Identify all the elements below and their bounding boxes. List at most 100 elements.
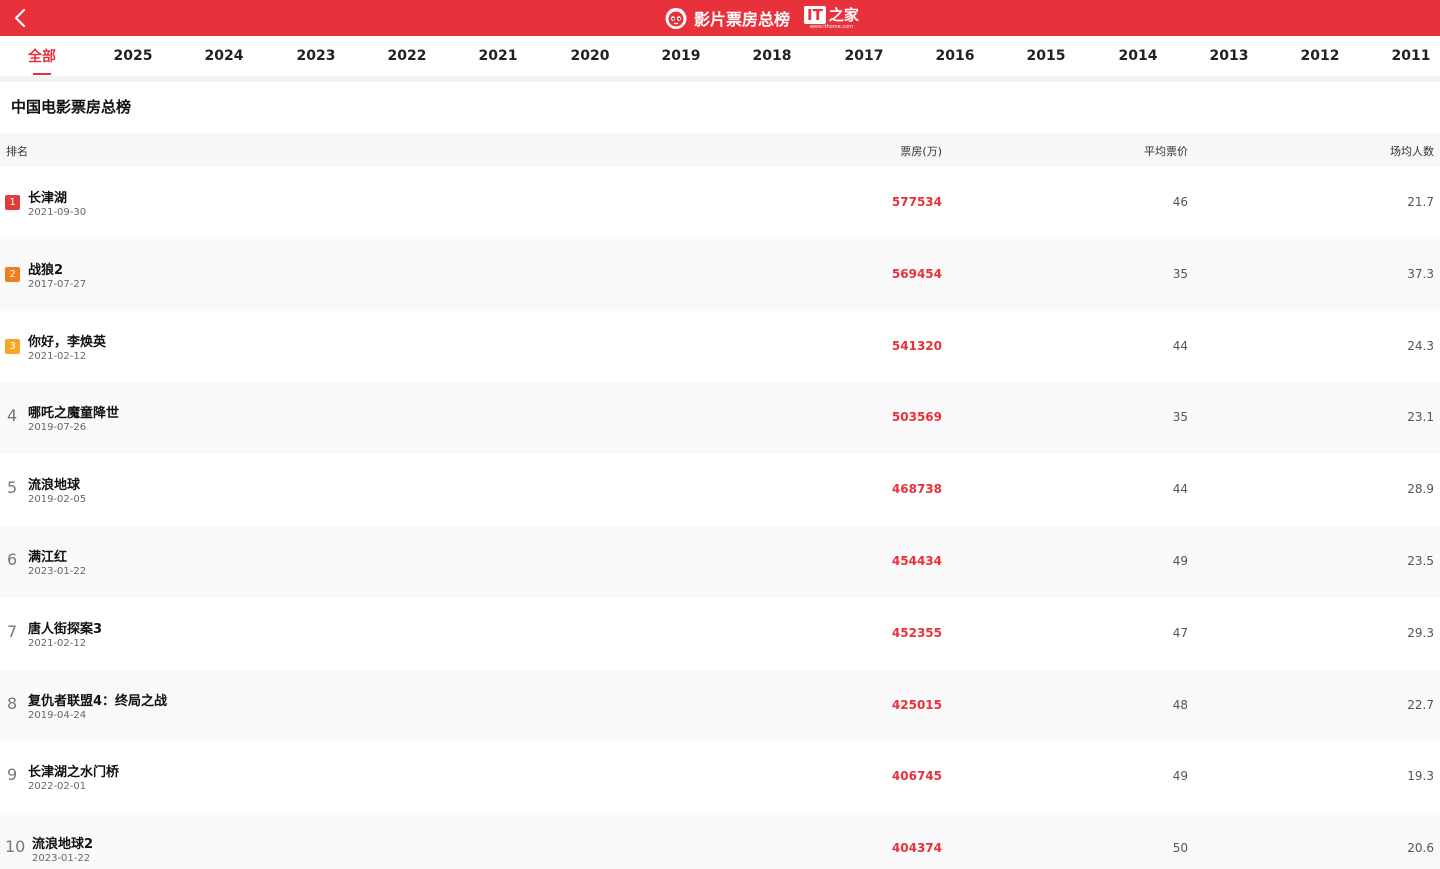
avg-attendance-value: 21.7	[1407, 195, 1434, 209]
box-office-value: 468738	[891, 482, 942, 497]
ranking-list: 1 长津湖 2021-09-30 577534 46 21.7 2 战狼2 2017-07-27…	[0, 167, 1440, 869]
tab-2021[interactable]: 2021	[479, 36, 518, 76]
rank-number: 10	[5, 837, 26, 857]
movie-title[interactable]: 你好，李焕英	[28, 331, 106, 350]
active-tab-underline	[33, 73, 51, 75]
movie-title[interactable]: 哪吒之魔童降世	[28, 402, 119, 421]
tab-2012[interactable]: 2012	[1301, 36, 1340, 76]
chevron-left-icon	[14, 8, 26, 28]
top-bar: 影片票房总榜 IT 之家 www.ithome.com	[0, 0, 1440, 36]
release-date: 2023-01-22	[28, 565, 87, 577]
box-office-value: 569454	[891, 266, 942, 281]
box-office-value: 454434	[891, 553, 942, 568]
year-tabs: 全部 2025 2024 2023 2022 2021 2020 2019 2018 2017 20…	[0, 36, 1440, 76]
table-row[interactable]: 8 复仇者联盟4：终局之战 2019-04-24 425015 48 22.7	[0, 669, 1440, 742]
tab-2022[interactable]: 2022	[388, 36, 427, 76]
rank-number: 6	[7, 549, 18, 569]
tab-2014[interactable]: 2014	[1119, 36, 1158, 76]
movie-title[interactable]: 满江红	[28, 546, 67, 565]
avg-attendance-value: 29.3	[1407, 625, 1434, 640]
avg-price-value: 48	[1172, 697, 1188, 712]
rank-number: 7	[7, 621, 18, 641]
avg-price-value: 44	[1172, 338, 1188, 353]
release-date: 2019-04-24	[28, 709, 87, 721]
column-header-avg-price[interactable]: 平均票价	[1144, 143, 1188, 159]
tab-2015[interactable]: 2015	[1027, 36, 1066, 76]
ithome-logo: IT 之家 www.ithome.com	[804, 6, 859, 30]
maoyan-cat-logo-icon	[665, 8, 687, 29]
avg-price-value: 49	[1172, 769, 1188, 784]
table-row[interactable]: 7 唐人街探案3 2021-02-12 452355 47 29.3	[0, 598, 1440, 670]
movie-title[interactable]: 唐人街探案3	[28, 618, 102, 637]
avg-price-value: 47	[1172, 625, 1188, 640]
movie-title[interactable]: 流浪地球	[28, 474, 80, 493]
movie-title[interactable]: 长津湖	[28, 187, 67, 206]
box-office-value: 406745	[891, 769, 942, 784]
table-row[interactable]: 6 满江红 2023-01-22 454434 49 23.5	[0, 525, 1440, 598]
avg-attendance-value: 23.1	[1407, 410, 1434, 425]
header-title: 影片票房总榜	[694, 10, 791, 29]
rank-number: 9	[7, 765, 18, 785]
table-row[interactable]: 10 流浪地球2 2023-01-22 404374 50 20.6	[0, 813, 1440, 869]
tab-2020[interactable]: 2020	[571, 36, 610, 76]
avg-attendance-value: 24.3	[1407, 338, 1434, 353]
rank-number: 4	[7, 406, 18, 426]
table-row[interactable]: 1 长津湖 2021-09-30 577534 46 21.7	[0, 167, 1440, 239]
column-header-box-office[interactable]: 票房(万)	[900, 143, 942, 159]
movie-title[interactable]: 复仇者联盟4：终局之战	[28, 690, 167, 709]
tab-2018[interactable]: 2018	[753, 36, 792, 76]
box-office-value: 452355	[891, 625, 942, 640]
avg-price-value: 35	[1172, 266, 1188, 281]
tab-2016[interactable]: 2016	[936, 36, 975, 76]
avg-price-value: 49	[1172, 553, 1188, 568]
avg-price-value: 35	[1172, 410, 1188, 425]
page-title: 中国电影票房总榜	[11, 98, 132, 116]
tab-2017[interactable]: 2017	[845, 36, 884, 76]
avg-attendance-value: 28.9	[1407, 482, 1434, 497]
table-row[interactable]: 4 哪吒之魔童降世 2019-07-26 503569 35 23.1	[0, 382, 1440, 455]
rank-number: 5	[7, 478, 18, 498]
column-header-rank: 排名	[6, 145, 28, 158]
box-office-value: 577534	[891, 195, 942, 209]
avg-attendance-value: 37.3	[1407, 266, 1434, 281]
tab-2025[interactable]: 2025	[114, 36, 153, 76]
tab-2024[interactable]: 2024	[205, 36, 244, 76]
tab-2011[interactable]: 2011	[1392, 36, 1431, 76]
rank-badge: 3	[5, 338, 20, 354]
movie-title[interactable]: 长津湖之水门桥	[28, 761, 119, 780]
column-header-avg-attendance[interactable]: 场均人数	[1390, 143, 1434, 159]
box-office-value: 503569	[891, 410, 942, 425]
release-date: 2021-02-12	[28, 350, 87, 362]
avg-price-value: 46	[1172, 195, 1188, 209]
tab-2019[interactable]: 2019	[662, 36, 701, 76]
ithome-logo-cn: 之家	[828, 6, 859, 24]
box-office-value: 541320	[891, 338, 942, 353]
box-office-value: 425015	[891, 697, 942, 712]
rank-badge: 1	[5, 195, 20, 210]
movie-title[interactable]: 战狼2	[28, 259, 63, 278]
release-date: 2021-09-30	[28, 207, 87, 218]
release-date: 2021-02-12	[28, 637, 87, 649]
release-date: 2023-01-22	[32, 853, 91, 865]
table-row[interactable]: 2 战狼2 2017-07-27 569454 35 37.3	[0, 238, 1440, 311]
avg-attendance-value: 20.6	[1407, 841, 1434, 856]
table-header: 排名 票房(万) 平均票价 场均人数	[0, 133, 1440, 167]
release-date: 2019-02-05	[28, 494, 87, 506]
movie-title[interactable]: 流浪地球2	[32, 833, 93, 852]
avg-attendance-value: 19.3	[1407, 769, 1434, 784]
table-row[interactable]: 9 长津湖之水门桥 2022-02-01 406745 49 19.3	[0, 741, 1440, 813]
avg-price-value: 50	[1172, 841, 1188, 856]
tab-2023[interactable]: 2023	[297, 36, 336, 76]
back-button[interactable]	[6, 4, 34, 32]
ithome-url: www.ithome.com	[809, 24, 854, 30]
tabs-divider	[0, 76, 1440, 82]
release-date: 2019-07-26	[28, 422, 87, 434]
tab-2013[interactable]: 2013	[1210, 36, 1249, 76]
tab-all[interactable]: 全部	[28, 36, 56, 76]
avg-attendance-value: 22.7	[1407, 697, 1434, 712]
table-row[interactable]: 5 流浪地球 2019-02-05 468738 44 28.9	[0, 454, 1440, 526]
box-office-value: 404374	[891, 841, 942, 856]
avg-attendance-value: 23.5	[1407, 553, 1434, 568]
release-date: 2022-02-01	[28, 781, 87, 793]
table-row[interactable]: 3 你好，李焕英 2021-02-12 541320 44 24.3	[0, 311, 1440, 383]
